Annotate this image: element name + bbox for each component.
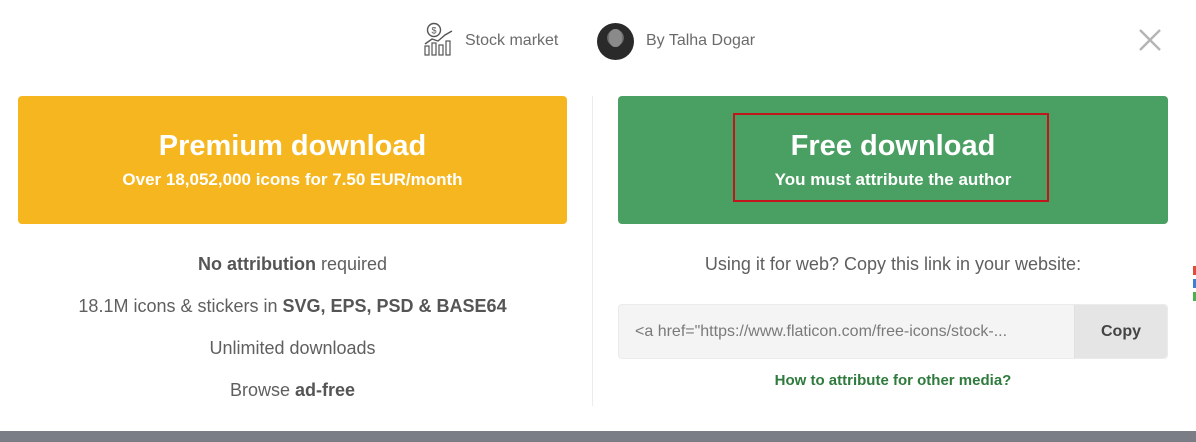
- web-attribution-hint: Using it for web? Copy this link in your…: [704, 254, 1082, 274]
- copy-button[interactable]: Copy: [1074, 305, 1167, 358]
- close-icon: [1139, 29, 1161, 51]
- page-bottom-bar: [0, 431, 1196, 442]
- feature-item: Browse ad-free: [229, 380, 356, 400]
- feature-item: 18.1M icons & stickers in SVG, EPS, PSD …: [78, 296, 507, 316]
- other-media-attribution-link[interactable]: How to attribute for other media?: [618, 372, 1168, 389]
- stock-market-icon: $: [423, 22, 455, 61]
- free-title: Free download: [790, 130, 996, 162]
- topic-link[interactable]: $ Stock market: [423, 22, 559, 61]
- premium-download-button[interactable]: Premium download Over 18,052,000 icons f…: [18, 96, 567, 224]
- premium-title: Premium download: [158, 130, 427, 162]
- attribution-link-input[interactable]: [619, 305, 1074, 358]
- feature-item: No attribution required: [197, 254, 388, 274]
- close-button[interactable]: [1136, 26, 1164, 54]
- premium-features: No attribution required 18.1M icons & st…: [18, 248, 567, 416]
- column-divider: [592, 96, 593, 406]
- free-subtitle: You must attribute the author: [774, 170, 1012, 189]
- attribution-link-box: Copy: [618, 304, 1168, 359]
- free-download-button[interactable]: Free download You must attribute the aut…: [618, 96, 1168, 224]
- modal-header: $ Stock market By Talha Dogar: [0, 22, 1196, 60]
- premium-subtitle: Over 18,052,000 icons for 7.50 EUR/month: [122, 170, 463, 189]
- author-avatar: [597, 22, 634, 60]
- topic-label: Stock market: [465, 32, 559, 49]
- author-label: By Talha Dogar: [646, 32, 756, 49]
- feature-item: Unlimited downloads: [209, 338, 376, 358]
- svg-text:$: $: [431, 25, 436, 35]
- author-link[interactable]: By Talha Dogar: [597, 22, 755, 60]
